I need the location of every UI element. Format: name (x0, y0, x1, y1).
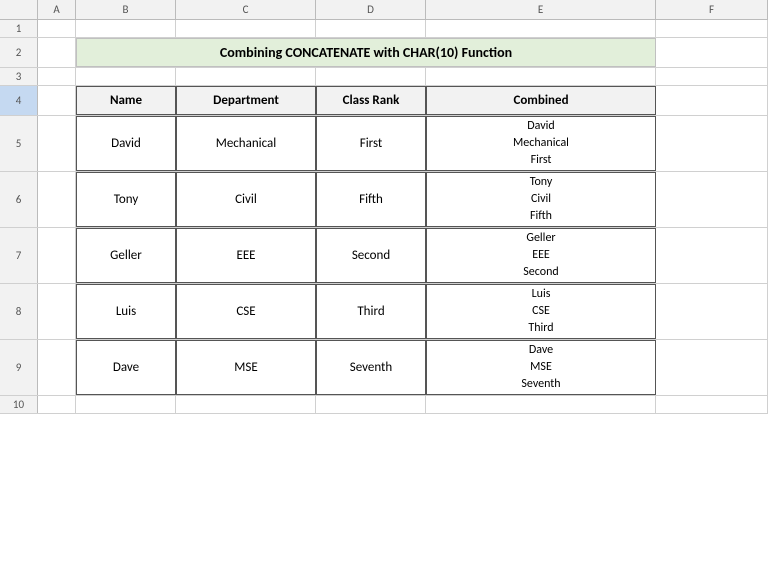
header-name: Name (76, 86, 176, 115)
row-num-3: 3 (0, 68, 38, 85)
cell-d10[interactable] (316, 396, 426, 413)
title-text: Combining CONCATENATE with CHAR(10) Func… (220, 44, 512, 61)
cell-rank-5[interactable]: Seventh (316, 340, 426, 395)
sheet-row-4: 4 Name Department Class Rank Combined (0, 86, 768, 116)
cell-f1[interactable] (656, 20, 768, 37)
cell-d1[interactable] (316, 20, 426, 37)
sheet-row-6: 6 Tony Civil Fifth Tony Civil Fifth (0, 172, 768, 228)
cell-dept-2[interactable]: Civil (176, 172, 316, 227)
cell-f9[interactable] (656, 340, 768, 395)
cell-f10[interactable] (656, 396, 768, 413)
row-num-5: 5 (0, 116, 38, 171)
cell-combined-4[interactable]: Luis CSE Third (426, 284, 656, 339)
cell-f5[interactable] (656, 116, 768, 171)
col-header-d: D (316, 0, 426, 19)
cell-combined-2[interactable]: Tony Civil Fifth (426, 172, 656, 227)
cell-name-5[interactable]: Dave (76, 340, 176, 395)
cell-b10[interactable] (76, 396, 176, 413)
spreadsheet: A B C D E F 1 2 Combining CONCATENATE wi… (0, 0, 768, 584)
cell-a3[interactable] (38, 68, 76, 85)
cell-a6[interactable] (38, 172, 76, 227)
header-combined: Combined (426, 86, 656, 115)
sheet-row-10: 10 (0, 396, 768, 414)
cell-a5[interactable] (38, 116, 76, 171)
cell-b3[interactable] (76, 68, 176, 85)
cell-a7[interactable] (38, 228, 76, 283)
cell-dept-1[interactable]: Mechanical (176, 116, 316, 171)
header-classrank: Class Rank (316, 86, 426, 115)
cell-f4[interactable] (656, 86, 768, 115)
cell-c1[interactable] (176, 20, 316, 37)
cell-combined-3[interactable]: Geller EEE Second (426, 228, 656, 283)
row-num-10: 10 (0, 396, 38, 413)
sheet-row-9: 9 Dave MSE Seventh Dave MSE Seventh (0, 340, 768, 396)
cell-d3[interactable] (316, 68, 426, 85)
cell-e10[interactable] (426, 396, 656, 413)
cell-f6[interactable] (656, 172, 768, 227)
col-header-e: E (426, 0, 656, 19)
cell-a10[interactable] (38, 396, 76, 413)
cell-rank-4[interactable]: Third (316, 284, 426, 339)
cell-rank-3[interactable]: Second (316, 228, 426, 283)
cell-a9[interactable] (38, 340, 76, 395)
cell-name-1[interactable]: David (76, 116, 176, 171)
row-num-7: 7 (0, 228, 38, 283)
cell-a8[interactable] (38, 284, 76, 339)
sheet-row-1: 1 (0, 20, 768, 38)
cell-name-2[interactable]: Tony (76, 172, 176, 227)
sheet-row-3: 3 (0, 68, 768, 86)
cell-c3[interactable] (176, 68, 316, 85)
col-header-c: C (176, 0, 316, 19)
cell-rank-2[interactable]: Fifth (316, 172, 426, 227)
col-header-b: B (76, 0, 176, 19)
column-headers: A B C D E F (0, 0, 768, 20)
cell-rank-1[interactable]: First (316, 116, 426, 171)
header-department: Department (176, 86, 316, 115)
cell-b1[interactable] (76, 20, 176, 37)
cell-a4[interactable] (38, 86, 76, 115)
cell-f8[interactable] (656, 284, 768, 339)
cell-dept-3[interactable]: EEE (176, 228, 316, 283)
row-num-6: 6 (0, 172, 38, 227)
cell-f2[interactable] (656, 38, 768, 67)
title-cell: Combining CONCATENATE with CHAR(10) Func… (76, 38, 656, 67)
row-num-9: 9 (0, 340, 38, 395)
cell-c10[interactable] (176, 396, 316, 413)
cell-combined-5[interactable]: Dave MSE Seventh (426, 340, 656, 395)
col-header-a: A (38, 0, 76, 19)
cell-name-3[interactable]: Geller (76, 228, 176, 283)
cell-f3[interactable] (656, 68, 768, 85)
corner-cell (0, 0, 38, 19)
cell-dept-4[interactable]: CSE (176, 284, 316, 339)
cell-name-4[interactable]: Luis (76, 284, 176, 339)
sheet-row-2: 2 Combining CONCATENATE with CHAR(10) Fu… (0, 38, 768, 68)
cell-f7[interactable] (656, 228, 768, 283)
row-num-2: 2 (0, 38, 38, 67)
row-num-8: 8 (0, 284, 38, 339)
sheet-row-8: 8 Luis CSE Third Luis CSE Third (0, 284, 768, 340)
cell-dept-5[interactable]: MSE (176, 340, 316, 395)
cell-a1[interactable] (38, 20, 76, 37)
row-num-1: 1 (0, 20, 38, 37)
row-num-4: 4 (0, 86, 38, 115)
cell-e1[interactable] (426, 20, 656, 37)
sheet-row-7: 7 Geller EEE Second Geller EEE Second (0, 228, 768, 284)
cell-a2[interactable] (38, 38, 76, 67)
sheet-row-5: 5 David Mechanical First David Mechanica… (0, 116, 768, 172)
cell-e3[interactable] (426, 68, 656, 85)
col-header-f: F (656, 0, 768, 19)
cell-combined-1[interactable]: David Mechanical First (426, 116, 656, 171)
